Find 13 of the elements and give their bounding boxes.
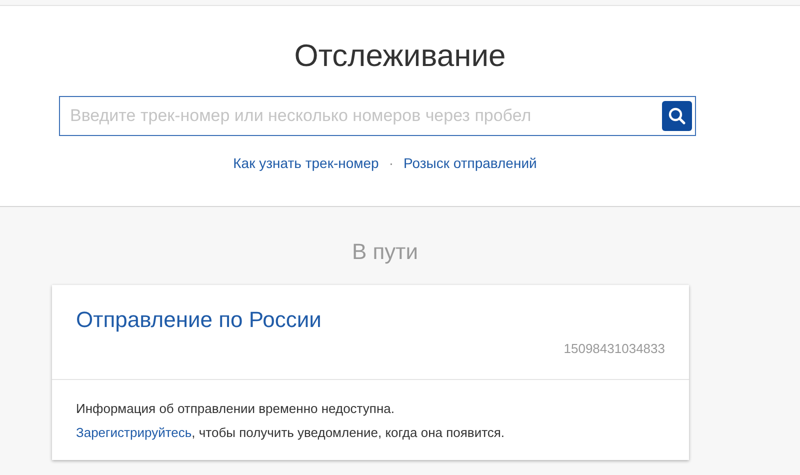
register-link[interactable]: Зарегистрируйтесь <box>76 424 192 440</box>
search-button[interactable] <box>662 101 692 131</box>
register-message: Зарегистрируйтесь, чтобы получить уведомление, когда она появится. <box>76 424 506 442</box>
page-title: Отслеживание <box>294 37 506 75</box>
search-icon <box>668 107 686 125</box>
section-title: В пути <box>352 238 418 266</box>
shipment-title: Отправление по России <box>76 306 322 334</box>
info-message: Информация об отправлении временно недоступна. <box>76 400 396 418</box>
track-number: 15098431034833 <box>564 340 665 358</box>
help-link[interactable]: Розыск отправлений <box>404 153 537 174</box>
separator-dot: · <box>388 154 394 173</box>
help-link[interactable]: Как узнать трек-номер <box>233 153 379 174</box>
search-field[interactable]: Введите трек-номер или несколько номеров через пробел <box>59 96 696 136</box>
